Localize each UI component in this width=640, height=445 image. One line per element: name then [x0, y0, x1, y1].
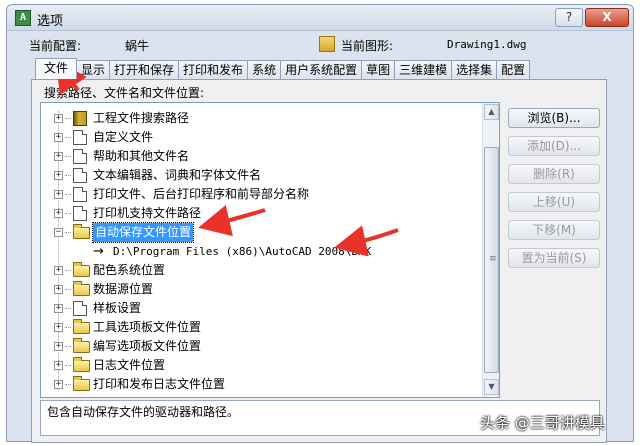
autocad-icon: A	[15, 10, 31, 26]
expand-icon[interactable]: +	[54, 304, 63, 313]
tree-scrollbar[interactable]: ▲ ≡ ▼	[482, 103, 499, 397]
current-drawing-value: Drawing1.dwg	[447, 38, 527, 51]
tree-item-label: 帮助和其他文件名	[93, 149, 190, 163]
tab-3d-modeling[interactable]: 三维建模	[394, 60, 453, 79]
watermark: 头条 @三哥讲模具	[480, 414, 605, 432]
scroll-up-icon[interactable]: ▲	[484, 104, 499, 120]
expand-icon[interactable]: +	[54, 171, 63, 180]
tab-bar: 文件 显示 打开和保存 打印和发布 系统 用户系统配置 草图 三维建模 选择集 …	[35, 58, 531, 79]
drawing-icon	[319, 36, 335, 52]
folder-icon	[73, 376, 90, 391]
current-profile-value: 蜗牛	[125, 39, 150, 53]
expand-icon[interactable]: +	[54, 342, 63, 351]
folder-icon	[73, 357, 90, 372]
delete-button[interactable]: 删除(R)	[508, 164, 600, 184]
document-icon	[73, 168, 87, 183]
scroll-down-icon[interactable]: ▼	[484, 379, 499, 395]
tab-user-preferences[interactable]: 用户系统配置	[280, 60, 363, 79]
tree-item-label: 自动保存文件位置	[91, 222, 195, 243]
section-label: 搜索路径、文件名和文件位置:	[44, 86, 205, 100]
expand-icon[interactable]: +	[54, 361, 63, 370]
tree-item-label: 打印文件、后台打印程序和前导部分名称	[93, 187, 310, 201]
tab-system[interactable]: 系统	[247, 60, 282, 79]
tab-selection[interactable]: 选择集	[451, 60, 498, 79]
tree-item-label: 打印和发布日志文件位置	[93, 377, 226, 391]
autosave-path: D:\Program Files (x86)\AutoCAD 2008\BAK	[113, 245, 372, 258]
tab-plot-publish[interactable]: 打印和发布	[178, 60, 249, 79]
expand-icon[interactable]: +	[54, 114, 63, 123]
set-current-button[interactable]: 置为当前(S)	[508, 248, 600, 268]
expand-icon[interactable]: +	[54, 323, 63, 332]
options-dialog: A 选项 ? X 当前配置: 蜗牛 当前图形: Drawing1.dwg 文件 …	[6, 4, 634, 443]
tab-files[interactable]: 文件	[35, 58, 78, 79]
tree-item-label: 配色系统位置	[93, 263, 166, 277]
help-button[interactable]: ?	[555, 8, 583, 27]
folder-icon	[73, 224, 90, 239]
file-location-tree[interactable]: + 工程文件搜索路径 + 自定义文件 + 帮助和其他文件名 + 文本编辑器、词典…	[40, 102, 500, 398]
expand-icon[interactable]: +	[54, 152, 63, 161]
tree-item-label: 打印机支持文件路径	[93, 206, 202, 220]
tab-profiles[interactable]: 配置	[496, 60, 531, 79]
collapse-icon[interactable]: −	[54, 228, 63, 237]
folder-icon	[73, 338, 90, 353]
expand-icon[interactable]: +	[54, 285, 63, 294]
tree-item-label: 数据源位置	[93, 282, 154, 296]
tab-drafting[interactable]: 草图	[361, 60, 396, 79]
document-icon	[73, 130, 87, 145]
document-icon	[73, 301, 87, 316]
tree-item-label: 文本编辑器、词典和字体文件名	[93, 168, 262, 182]
files-panel: 搜索路径、文件名和文件位置: + 工程文件搜索路径 + 自定义文件 + 帮助和其…	[31, 79, 607, 443]
folder-icon	[73, 281, 90, 296]
browse-button[interactable]: 浏览(B)...	[508, 108, 600, 128]
expand-icon[interactable]: +	[54, 133, 63, 142]
tree-item-label: 日志文件位置	[93, 358, 166, 372]
document-icon	[73, 187, 87, 202]
move-up-button[interactable]: 上移(U)	[508, 192, 600, 212]
tree-item-label: 样板设置	[93, 301, 142, 315]
title-bar: A 选项 ? X	[7, 5, 633, 31]
move-down-button[interactable]: 下移(M)	[508, 220, 600, 240]
expand-icon[interactable]: +	[54, 190, 63, 199]
tab-open-save[interactable]: 打开和保存	[109, 60, 180, 79]
expand-icon[interactable]: +	[54, 266, 63, 275]
close-button[interactable]: X	[585, 8, 629, 27]
document-icon	[73, 149, 87, 164]
tree-item-label: 编写选项板文件位置	[93, 339, 202, 353]
add-button[interactable]: 添加(D)...	[508, 136, 600, 156]
document-icon	[73, 206, 87, 221]
scroll-thumb[interactable]: ≡	[484, 147, 499, 373]
tree-item-label: 工具选项板文件位置	[93, 320, 202, 334]
tab-display[interactable]: 显示	[76, 60, 111, 79]
tree-item-label: 自定义文件	[93, 130, 154, 144]
grip-icon: ≡	[489, 254, 497, 264]
current-profile-label: 当前配置:	[29, 39, 82, 53]
current-drawing-label: 当前图形:	[341, 39, 394, 53]
tree-item-label: 工程文件搜索路径	[93, 111, 190, 125]
book-icon	[73, 111, 87, 126]
expand-icon[interactable]: +	[54, 380, 63, 389]
folder-icon	[73, 319, 90, 334]
expand-icon[interactable]: +	[54, 209, 63, 218]
window-title: 选项	[37, 14, 64, 29]
folder-icon	[73, 262, 90, 277]
path-arrow-icon: →	[93, 244, 104, 259]
